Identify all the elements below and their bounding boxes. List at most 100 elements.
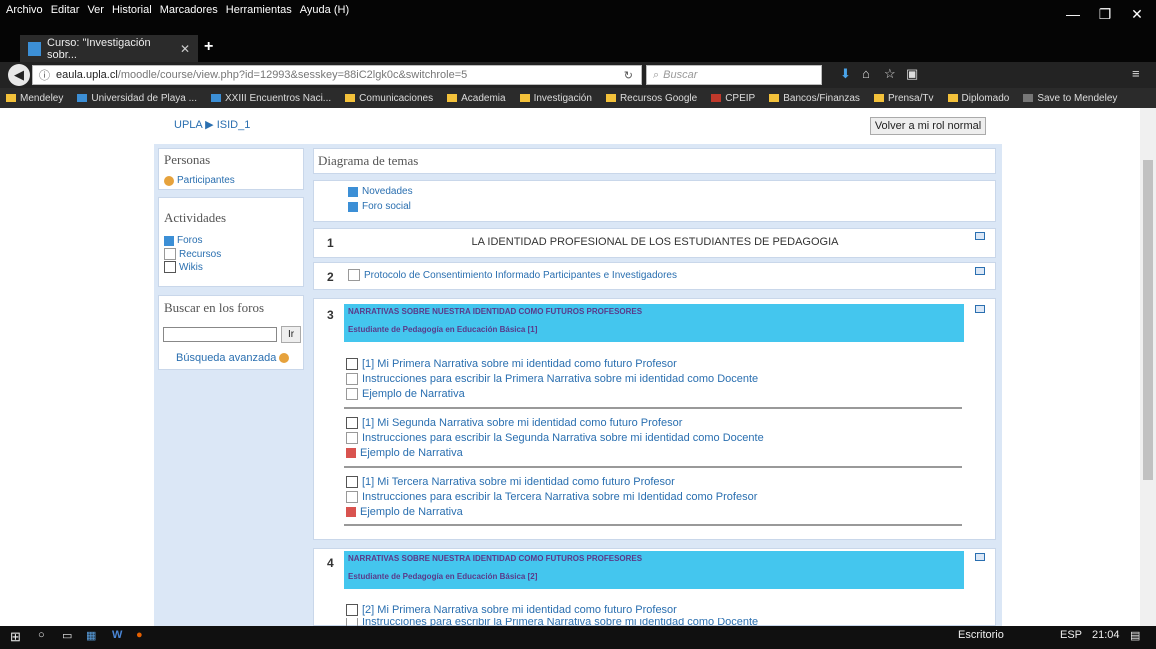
resource-icon xyxy=(348,269,360,281)
browser-tab[interactable]: Curso: "Investigación sobr... ✕ xyxy=(20,35,198,63)
menu-ver[interactable]: Ver xyxy=(87,4,104,16)
resource-icon xyxy=(346,373,358,385)
instrucciones-2-link[interactable]: Instrucciones para escribir la Segunda N… xyxy=(346,432,764,444)
library-icon[interactable]: ▣ xyxy=(906,66,918,82)
search-icon[interactable]: ○ xyxy=(38,629,45,641)
foros-link[interactable]: Foros xyxy=(164,235,203,246)
bookmark-bancos[interactable]: Bancos/Finanzas xyxy=(769,93,860,104)
participantes-link[interactable]: Participantes xyxy=(164,175,235,186)
menu-marcadores[interactable]: Marcadores xyxy=(160,4,218,16)
moodle-favicon-icon xyxy=(28,42,42,56)
notifications-icon[interactable]: ▤ xyxy=(1130,629,1140,642)
advanced-search-link[interactable]: Búsqueda avanzada xyxy=(176,352,290,364)
forum-search-input[interactable] xyxy=(163,327,277,342)
section-0 xyxy=(313,180,996,222)
resource-icon xyxy=(346,618,358,626)
ejemplo-1-link[interactable]: Ejemplo de Narrativa xyxy=(346,388,465,400)
ejemplo-2-link[interactable]: Ejemplo de Narrativa xyxy=(346,447,463,459)
bookmark-prensa[interactable]: Prensa/Tv xyxy=(873,93,934,104)
search-input[interactable]: ⌕ Buscar xyxy=(646,65,822,85)
collapse-icon[interactable] xyxy=(975,553,985,561)
section-4-banner: NARRATIVAS SOBRE NUESTRA IDENTIDAD COMO … xyxy=(344,551,964,589)
bookmark-save-to-mendeley[interactable]: Save to Mendeley xyxy=(1023,93,1117,104)
section-1-number: 1 xyxy=(327,236,334,250)
url-bar[interactable]: ⓘ eaula.upla.cl/moodle/course/view.php?i… xyxy=(32,65,642,85)
instrucciones-3-link[interactable]: Instrucciones para escribir la Tercera N… xyxy=(346,491,757,503)
narrativa-2-link[interactable]: [1] Mi Segunda Narrativa sobre mi identi… xyxy=(346,417,682,429)
pdf-icon xyxy=(346,448,356,458)
firefox-icon[interactable]: ● xyxy=(136,629,143,641)
download-icon[interactable]: ⬇ xyxy=(840,66,851,82)
return-role-button[interactable]: Volver a mi rol normal xyxy=(870,117,986,135)
restore-button[interactable]: ❐ xyxy=(1090,6,1120,23)
bookmark-comunicaciones[interactable]: Comunicaciones xyxy=(345,93,433,104)
language-indicator[interactable]: ESP xyxy=(1060,629,1082,641)
recursos-link[interactable]: Recursos xyxy=(164,248,221,260)
collapse-icon[interactable] xyxy=(975,267,985,275)
diagram-title: Diagrama de temas xyxy=(318,153,419,168)
info-icon[interactable]: ⓘ xyxy=(39,67,50,83)
windows-start-icon[interactable]: ⊞ xyxy=(10,629,21,645)
search-icon: ⌕ xyxy=(653,68,660,81)
hamburger-menu-icon[interactable]: ≡ xyxy=(1132,66,1140,81)
narrativa-4-link[interactable]: [2] Mi Primera Narrativa sobre mi identi… xyxy=(346,604,677,616)
section-4-number: 4 xyxy=(327,556,334,570)
menu-bar: Archivo Editar Ver Historial Marcadores … xyxy=(0,0,900,20)
file-explorer-icon[interactable]: ▦ xyxy=(86,629,96,642)
people-icon xyxy=(164,175,174,186)
bookmarks-toolbar: Mendeley Universidad de Playa ... XXIII … xyxy=(0,88,1156,108)
narrativa-3-link[interactable]: [1] Mi Tercera Narrativa sobre mi identi… xyxy=(346,476,675,488)
section-3-banner: NARRATIVAS SOBRE NUESTRA IDENTIDAD COMO … xyxy=(344,304,964,342)
word-icon[interactable]: W xyxy=(112,629,122,641)
personas-title: Personas xyxy=(164,152,211,167)
menu-historial[interactable]: Historial xyxy=(112,4,152,16)
collapse-icon[interactable] xyxy=(975,232,985,240)
buscar-title: Buscar en los foros xyxy=(164,300,265,315)
narrativa-1-link[interactable]: [1] Mi Primera Narrativa sobre mi identi… xyxy=(346,358,677,370)
bookmark-academia[interactable]: Academia xyxy=(447,93,506,104)
breadcrumb[interactable]: UPLA ▶ ISID_1 xyxy=(174,118,250,131)
section-3-banner-subtitle: Estudiante de Pedagogía en Educación Bás… xyxy=(348,325,538,334)
section-2-number: 2 xyxy=(327,270,334,284)
actividades-title: Actividades xyxy=(164,210,227,225)
minimize-button[interactable]: — xyxy=(1058,6,1088,22)
bookmark-encuentros[interactable]: XXIII Encuentros Naci... xyxy=(210,93,331,104)
menu-archivo[interactable]: Archivo xyxy=(6,4,43,16)
bookmark-star-icon[interactable]: ☆ xyxy=(884,66,896,82)
bookmark-recursos-google[interactable]: Recursos Google xyxy=(605,93,697,104)
close-window-button[interactable]: ✕ xyxy=(1122,6,1152,23)
forum-icon xyxy=(164,235,174,246)
protocolo-link[interactable]: Protocolo de Consentimiento Informado Pa… xyxy=(348,269,677,281)
help-icon xyxy=(279,353,290,363)
bookmark-diplomado[interactable]: Diplomado xyxy=(947,93,1009,104)
menu-ayuda[interactable]: Ayuda (H) xyxy=(300,4,349,16)
foro-social-link[interactable]: Foro social xyxy=(348,201,411,212)
instrucciones-4-link[interactable]: Instrucciones para escribir la Primera N… xyxy=(346,618,758,626)
home-icon[interactable]: ⌂ xyxy=(862,66,870,81)
back-button[interactable]: ◀ xyxy=(8,64,30,86)
collapse-icon[interactable] xyxy=(975,305,985,313)
instrucciones-1-link[interactable]: Instrucciones para escribir la Primera N… xyxy=(346,373,758,385)
menu-herramientas[interactable]: Herramientas xyxy=(226,4,292,16)
novedades-link[interactable]: Novedades xyxy=(348,186,413,197)
bookmark-cpeip[interactable]: CPEIP xyxy=(711,93,755,104)
forum-search-button[interactable]: Ir xyxy=(281,326,301,343)
section-4-banner-subtitle: Estudiante de Pedagogía en Educación Bás… xyxy=(348,572,538,581)
scrollbar-thumb[interactable] xyxy=(1143,160,1153,480)
menu-editar[interactable]: Editar xyxy=(51,4,80,16)
bookmark-investigacion[interactable]: Investigación xyxy=(519,93,592,104)
ejemplo-3-link[interactable]: Ejemplo de Narrativa xyxy=(346,506,463,518)
resource-icon xyxy=(346,432,358,444)
new-tab-button[interactable]: + xyxy=(204,38,213,56)
tab-close-icon[interactable]: ✕ xyxy=(180,42,190,56)
wiki-icon xyxy=(164,261,176,273)
bookmark-universidad[interactable]: Universidad de Playa ... xyxy=(77,93,197,104)
wiki-icon xyxy=(346,358,358,370)
bookmark-mendeley[interactable]: Mendeley xyxy=(6,93,63,104)
wikis-link[interactable]: Wikis xyxy=(164,261,203,273)
resource-icon xyxy=(346,491,358,503)
reload-icon[interactable]: ↻ xyxy=(624,69,633,82)
task-view-icon[interactable]: ▭ xyxy=(62,629,72,642)
clock[interactable]: 21:04 xyxy=(1092,629,1120,641)
desktop-label[interactable]: Escritorio xyxy=(958,629,1004,641)
